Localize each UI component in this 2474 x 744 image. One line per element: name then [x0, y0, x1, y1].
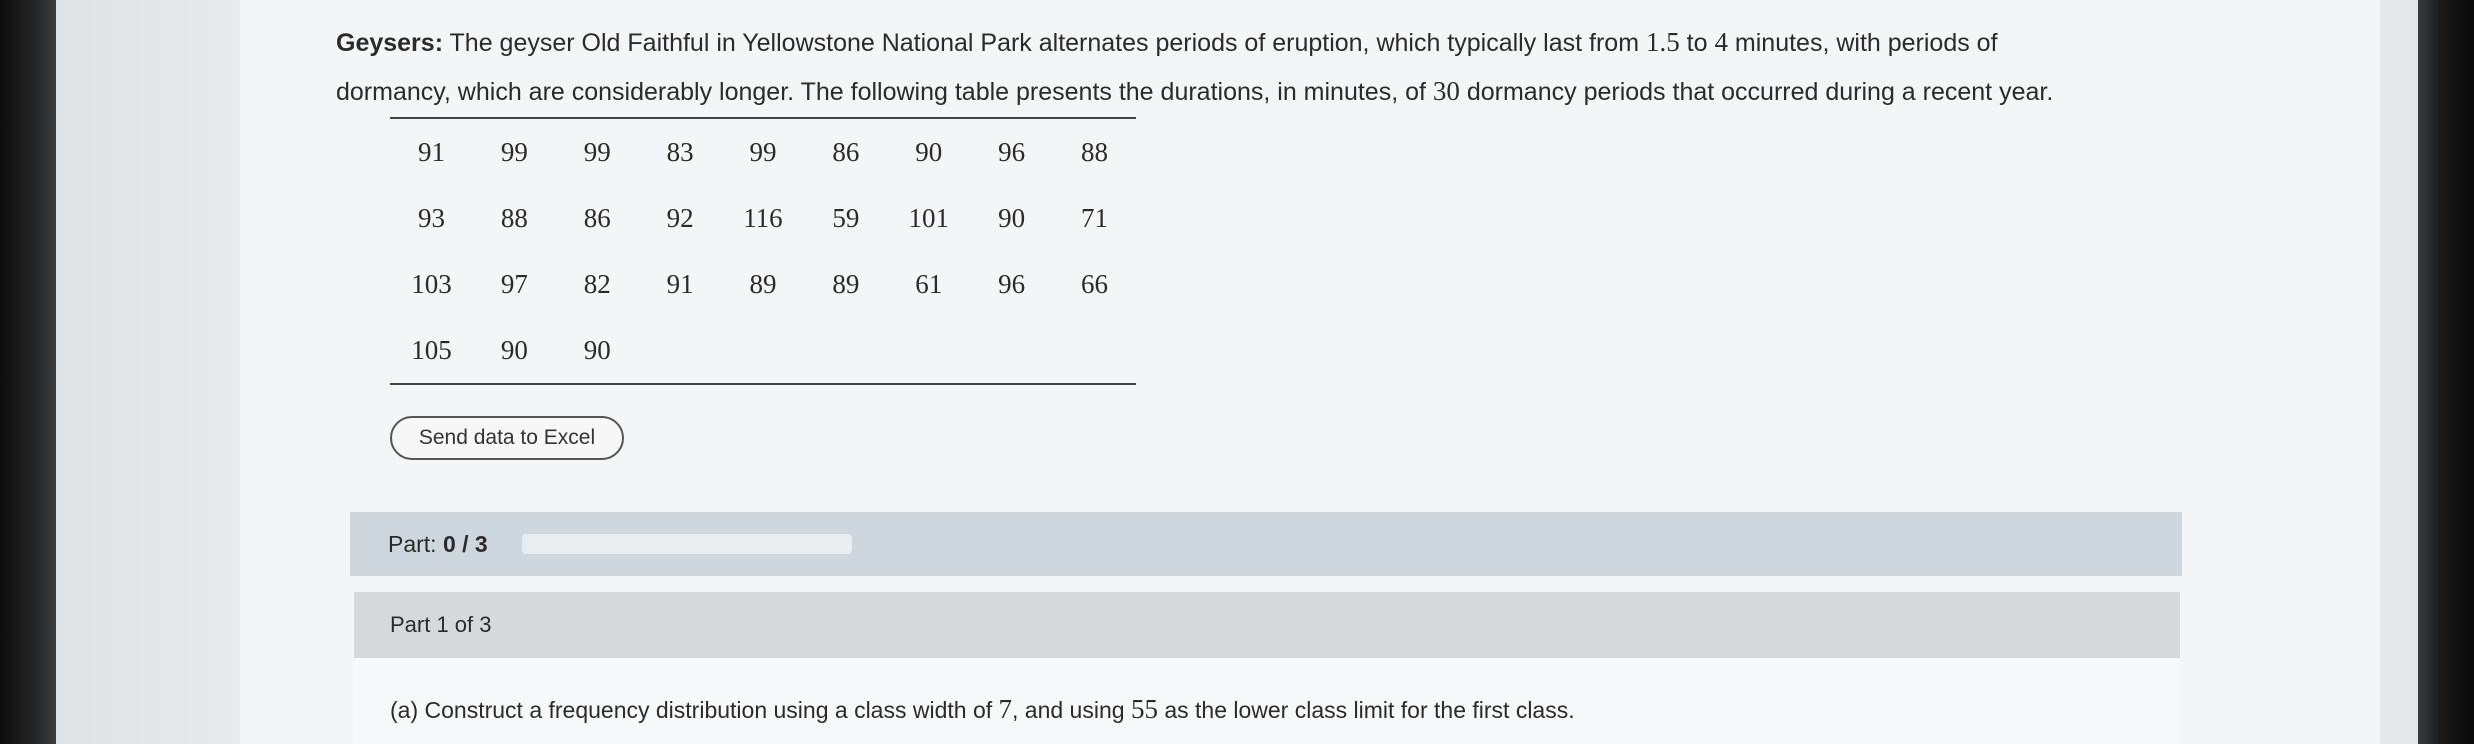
- table-cell: 99: [749, 136, 777, 167]
- monitor-bezel-right: [2418, 0, 2474, 744]
- table-cell: 91: [666, 268, 694, 299]
- table-cell: 93: [417, 202, 445, 233]
- question-heading: Geysers:: [336, 29, 444, 57]
- question-text-part: dormancy, which are considerably longer.…: [336, 78, 1433, 106]
- table-cell: 89: [832, 268, 860, 299]
- table-cell: 71: [1081, 202, 1108, 233]
- table-cell: 96: [998, 268, 1026, 299]
- class-width-value: 7: [998, 694, 1013, 724]
- lower-limit-value: 55: [1130, 694, 1158, 724]
- value-low: 1.5: [1645, 27, 1680, 57]
- table-cell: 90: [583, 334, 611, 365]
- table-cell: 86: [583, 202, 611, 233]
- table-cell: [639, 317, 722, 384]
- table-cell: 88: [500, 202, 528, 233]
- part-label-prefix: Part:: [388, 530, 443, 557]
- table-cell: 90: [998, 202, 1026, 233]
- prompt-text-part: as the lower class limit for the first c…: [1157, 697, 1575, 723]
- table-row: 91 99 99 83 99 86 90 96 88: [390, 118, 1136, 185]
- question-text-part: dormancy periods that occurred during a …: [1459, 78, 2054, 106]
- table-cell: [970, 317, 1053, 384]
- table-cell: 90: [915, 136, 943, 167]
- table-row: 103 97 82 91 89 89 61 96 66: [390, 251, 1136, 317]
- table-cell: 101: [908, 202, 949, 233]
- part-progress-value: 0 / 3: [442, 530, 488, 557]
- table-cell: 92: [666, 202, 694, 233]
- table-row: 105 90 90: [390, 317, 1136, 384]
- table-cell: 89: [749, 268, 777, 299]
- question-text-part: minutes, with periods of: [1727, 29, 1998, 57]
- table-cell: 86: [832, 136, 860, 167]
- table-cell: 82: [583, 268, 611, 299]
- value-count: 30: [1432, 76, 1460, 106]
- part-prompt: (a) Construct a frequency distribution u…: [390, 694, 1575, 725]
- data-table: 91 99 99 83 99 86 90 96 88 93 88 86 92 116 59 101 90 71 10…: [390, 117, 1136, 385]
- table-cell: 99: [500, 136, 528, 167]
- table-cell: [887, 317, 970, 384]
- table-row: 93 88 86 92 116 59 101 90 71: [390, 185, 1136, 251]
- part-progress-label: Part: 0 / 3: [388, 531, 488, 558]
- question-text-part: The geyser Old Faithful in Yellowstone N…: [449, 29, 1646, 57]
- table-cell: [1053, 317, 1136, 384]
- table-cell: 59: [832, 202, 860, 233]
- table-cell: 99: [583, 136, 611, 167]
- table-cell: [722, 317, 805, 384]
- screen: Geysers: The geyser Old Faithful in Yell…: [56, 0, 2418, 744]
- table-cell: 66: [1081, 268, 1108, 299]
- table-cell: 91: [417, 136, 445, 167]
- table-cell: 97: [500, 268, 528, 299]
- part-body: (a) Construct a frequency distribution u…: [354, 658, 2180, 744]
- table-cell: [804, 317, 887, 384]
- prompt-text-part: (a) Construct a frequency distribution u…: [390, 697, 999, 723]
- question-text-part: to: [1679, 29, 1715, 57]
- progress-track: [521, 534, 852, 554]
- value-high: 4: [1714, 27, 1728, 57]
- monitor-bezel-left: [0, 0, 56, 744]
- table-cell: 116: [743, 202, 783, 233]
- part-header-label: Part 1 of 3: [390, 612, 492, 637]
- table-cell: 88: [1081, 136, 1108, 167]
- prompt-text-part: , and using: [1012, 697, 1131, 723]
- table-cell: 83: [666, 136, 694, 167]
- table-cell: 90: [500, 334, 528, 365]
- send-to-excel-button[interactable]: Send data to Excel: [390, 416, 624, 460]
- table-cell: 96: [998, 136, 1026, 167]
- table-cell: 103: [411, 268, 452, 299]
- part-header: Part 1 of 3: [354, 592, 2180, 658]
- table-cell: 61: [915, 268, 943, 299]
- table-cell: 105: [411, 334, 452, 365]
- question-text: Geysers: The geyser Old Faithful in Yell…: [336, 18, 2236, 116]
- content-panel: Geysers: The geyser Old Faithful in Yell…: [240, 0, 2380, 744]
- part-progress-bar: Part: 0 / 3: [350, 512, 2182, 576]
